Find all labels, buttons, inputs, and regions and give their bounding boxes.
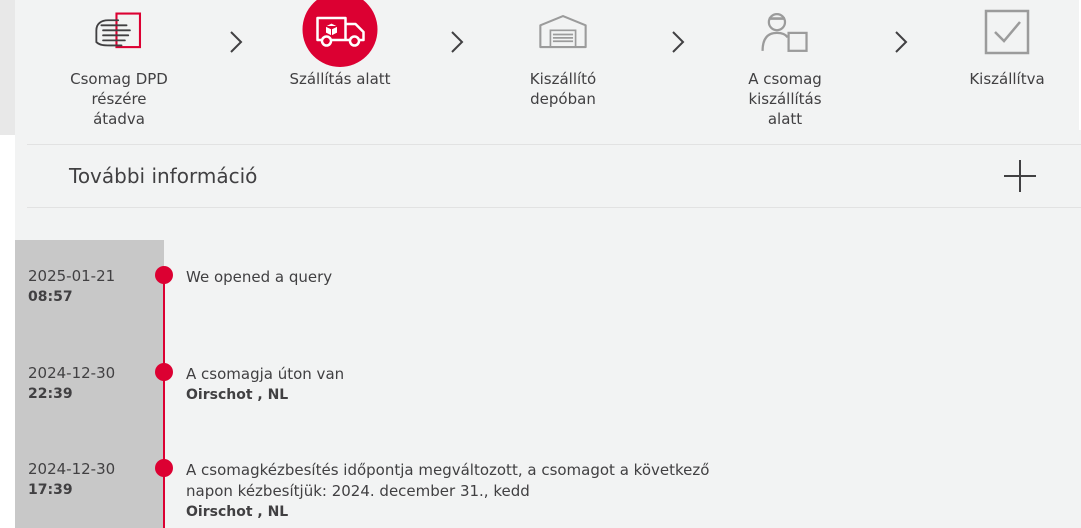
delivery-van-icon xyxy=(302,0,378,67)
step-label: Szállítás alatt xyxy=(289,70,391,88)
chevron-right-icon xyxy=(451,31,464,53)
tracking-panel: Csomag DPD részére átadva Szállítás alat… xyxy=(15,0,1081,528)
plus-icon[interactable] xyxy=(1003,159,1037,193)
chevron-right-icon xyxy=(672,31,685,53)
step-label: Kiszállítva xyxy=(969,70,1045,88)
parcel-handover-icon xyxy=(93,6,145,58)
chevron-right-icon xyxy=(895,31,908,53)
timeline-dot xyxy=(155,459,173,477)
event-time: 17:39 xyxy=(28,482,73,498)
step-label: Csomag DPD részére átadva xyxy=(70,70,168,128)
event-description: We opened a query xyxy=(186,268,333,286)
delivered-check-icon xyxy=(981,6,1033,58)
more-info-toggle[interactable]: További információ xyxy=(27,144,1081,208)
event-date: 2025-01-21 xyxy=(28,267,116,285)
event-date: 2024-12-30 xyxy=(28,460,116,478)
step-label: A csomag kiszállítás alatt xyxy=(748,70,822,128)
event-location: Oirschot , NL xyxy=(186,387,289,403)
event-time: 22:39 xyxy=(28,386,73,402)
event-date: 2024-12-30 xyxy=(28,364,116,382)
depot-icon xyxy=(537,6,589,58)
left-margin-top xyxy=(0,0,15,135)
chevron-right-icon xyxy=(230,31,243,53)
timeline-line xyxy=(163,276,165,528)
event-time: 08:57 xyxy=(28,289,73,305)
more-info-title: További információ xyxy=(69,164,258,188)
progress-steps: Csomag DPD részére átadva Szállítás alat… xyxy=(27,0,1081,144)
event-description: A csomagkézbesítés időpontja megváltozot… xyxy=(186,461,710,500)
event-description-block: We opened a query xyxy=(186,267,786,288)
courier-icon xyxy=(759,6,811,58)
timeline-dot xyxy=(155,363,173,381)
event-description-block: A csomagkézbesítés időpontja megváltozot… xyxy=(186,460,746,523)
event-location: Oirschot , NL xyxy=(186,504,289,520)
event-description-block: A csomagja úton van Oirschot , NL xyxy=(186,364,786,406)
timeline-dot xyxy=(155,266,173,284)
step-label: Kiszállító depóban xyxy=(529,70,597,108)
event-description: A csomagja úton van xyxy=(186,365,345,383)
